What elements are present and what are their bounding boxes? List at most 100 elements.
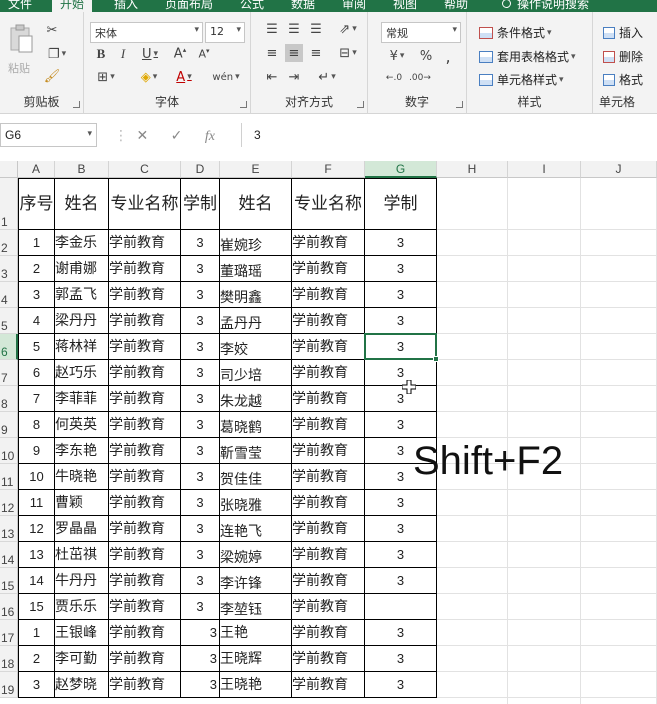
table-cell[interactable]: 12 [18, 516, 55, 542]
table-cell[interactable]: 李东艳 [55, 438, 109, 464]
table-cell[interactable]: 2 [18, 646, 55, 672]
worksheet[interactable]: A B C D E F G H I J 1 2 3 4 5 6 7 8 9 10 11 12 13 14 15 16 17 18 19 序… [0, 152, 657, 704]
table-cell[interactable]: 何英英 [55, 412, 109, 438]
table-cell[interactable]: 赵巧乐 [55, 360, 109, 386]
font-launcher-icon[interactable] [240, 101, 247, 108]
table-cell[interactable]: 3 [181, 230, 220, 256]
formula-input[interactable]: 3 [241, 123, 657, 147]
table-cell[interactable]: 学前教育 [292, 620, 365, 646]
table-cell[interactable]: 3 [181, 646, 220, 672]
table-header-cell[interactable]: 序号 [18, 178, 55, 230]
table-cell[interactable]: 学前教育 [292, 646, 365, 672]
column-header-j[interactable]: J [581, 161, 657, 178]
table-cell[interactable]: 牛丹丹 [55, 568, 109, 594]
align-left-button[interactable]: ≡ [263, 44, 281, 62]
table-cell[interactable]: 1 [18, 620, 55, 646]
tab-data[interactable]: 数据 [291, 0, 315, 12]
table-cell[interactable]: 8 [18, 412, 55, 438]
insert-cells-button[interactable]: 插入 [603, 24, 643, 41]
row-header-15[interactable]: 15 [0, 568, 18, 594]
column-header-e[interactable]: E [220, 161, 292, 178]
table-cell[interactable]: 学前教育 [109, 620, 181, 646]
table-cell[interactable]: 13 [18, 542, 55, 568]
table-cell[interactable]: 李许锋 [220, 568, 292, 594]
table-cell[interactable]: 学前教育 [109, 334, 181, 360]
table-cell[interactable]: 4 [18, 308, 55, 334]
table-cell[interactable]: 3 [181, 672, 220, 698]
table-cell[interactable]: 2 [18, 256, 55, 282]
row-header-11[interactable]: 11 [0, 464, 18, 490]
tab-page-layout[interactable]: 页面布局 [165, 0, 213, 12]
tab-file[interactable]: 文件 [8, 0, 32, 12]
font-color-button[interactable]: A ▾ [170, 69, 198, 85]
table-cell[interactable]: 朱龙越 [220, 386, 292, 412]
column-header-h[interactable]: H [437, 161, 508, 178]
table-cell[interactable]: 谢甫娜 [55, 256, 109, 282]
copy-button[interactable]: ❐ ▾ [44, 46, 70, 62]
row-header-5[interactable]: 5 [0, 308, 18, 334]
table-cell[interactable]: 3 [18, 672, 55, 698]
table-cell[interactable]: 3 [365, 620, 437, 646]
paste-button[interactable] [6, 22, 36, 56]
font-size-dropdown[interactable]: 12 ▾ [205, 22, 245, 43]
table-cell[interactable]: 3 [365, 308, 437, 334]
decrease-decimal-button[interactable]: .00→ [408, 69, 432, 87]
table-header-cell[interactable]: 姓名 [55, 178, 109, 230]
table-cell[interactable]: 王晓辉 [220, 646, 292, 672]
table-cell[interactable]: 梁婉婷 [220, 542, 292, 568]
table-cell[interactable]: 3 [365, 386, 437, 412]
table-cell[interactable]: 学前教育 [292, 230, 365, 256]
table-cell[interactable]: 连艳飞 [220, 516, 292, 542]
table-cell[interactable]: 贺佳佳 [220, 464, 292, 490]
insert-function-icon[interactable]: fx [205, 129, 215, 144]
decrease-indent-button[interactable]: ⇤ [263, 68, 281, 86]
table-cell[interactable]: 王晓艳 [220, 672, 292, 698]
fill-color-button[interactable]: ◈ ▾ [136, 69, 162, 85]
format-cells-button[interactable]: 格式 [603, 71, 643, 88]
table-cell[interactable]: 学前教育 [292, 308, 365, 334]
table-cell[interactable]: 李金乐 [55, 230, 109, 256]
table-cell[interactable]: 3 [181, 334, 220, 360]
table-cell[interactable]: 9 [18, 438, 55, 464]
table-cell[interactable]: 学前教育 [292, 568, 365, 594]
row-header-10[interactable]: 10 [0, 438, 18, 464]
merge-center-button[interactable]: ⊟ ▾ [335, 44, 361, 62]
row-header-8[interactable]: 8 [0, 386, 18, 412]
row-header-7[interactable]: 7 [0, 360, 18, 386]
table-cell[interactable]: 3 [181, 386, 220, 412]
table-cell[interactable]: 学前教育 [109, 282, 181, 308]
table-header-cell[interactable]: 学制 [365, 178, 437, 230]
table-cell[interactable]: 王银峰 [55, 620, 109, 646]
wrap-text-button[interactable]: ↵ ▾ [313, 68, 341, 86]
table-cell[interactable]: 学前教育 [109, 568, 181, 594]
table-cell[interactable]: 3 [181, 308, 220, 334]
table-cell[interactable]: 3 [181, 438, 220, 464]
table-cell[interactable]: 3 [365, 360, 437, 386]
alignment-launcher-icon[interactable] [357, 101, 364, 108]
format-as-table-button[interactable]: 套用表格格式 ▾ [479, 48, 576, 65]
table-cell[interactable]: 3 [365, 230, 437, 256]
table-cell[interactable]: 3 [181, 542, 220, 568]
table-cell[interactable]: 学前教育 [292, 412, 365, 438]
table-cell[interactable]: 15 [18, 594, 55, 620]
table-cell[interactable]: 学前教育 [292, 334, 365, 360]
table-cell[interactable]: 李姣 [220, 334, 292, 360]
format-painter-button[interactable]: 🖌 [44, 68, 61, 84]
table-cell[interactable]: 3 [181, 256, 220, 282]
bold-button[interactable]: B [94, 46, 108, 62]
enter-icon[interactable]: ✓ [171, 128, 183, 144]
table-cell[interactable]: 崔婉珍 [220, 230, 292, 256]
table-cell[interactable]: 3 [181, 516, 220, 542]
table-cell[interactable]: 11 [18, 490, 55, 516]
table-cell[interactable]: 学前教育 [109, 308, 181, 334]
table-header-cell[interactable]: 专业名称 [292, 178, 365, 230]
table-cell[interactable]: 学前教育 [109, 490, 181, 516]
table-cell[interactable]: 司少培 [220, 360, 292, 386]
table-header-cell[interactable]: 学制 [181, 178, 220, 230]
column-header-a[interactable]: A [18, 161, 55, 178]
table-cell[interactable]: 3 [181, 282, 220, 308]
table-cell[interactable]: 樊明鑫 [220, 282, 292, 308]
row-header-2[interactable]: 2 [0, 230, 18, 256]
table-cell[interactable]: 学前教育 [109, 646, 181, 672]
tab-home[interactable]: 开始 [52, 0, 93, 12]
